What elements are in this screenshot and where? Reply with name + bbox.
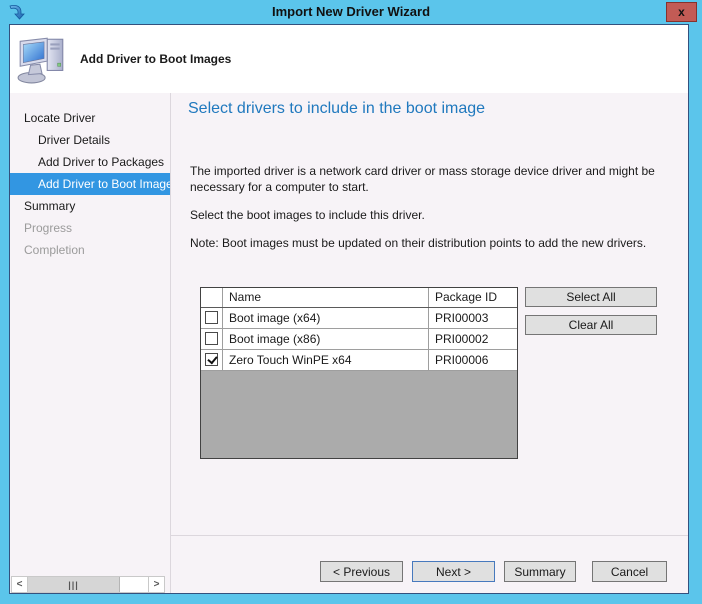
package-id-cell: PRI00006 bbox=[429, 350, 517, 370]
intro-text: The imported driver is a network card dr… bbox=[190, 163, 682, 263]
row-checkbox[interactable] bbox=[205, 353, 218, 366]
scroll-right-button[interactable]: > bbox=[148, 577, 164, 592]
table-row[interactable]: Boot image (x64) PRI00003 bbox=[201, 308, 517, 329]
name-cell: Zero Touch WinPE x64 bbox=[223, 350, 429, 370]
clear-all-button[interactable]: Clear All bbox=[525, 315, 657, 335]
wizard-body: Locate Driver Driver Details Add Driver … bbox=[10, 93, 688, 593]
wizard-header: Add Driver to Boot Images bbox=[10, 25, 688, 93]
titlebar: Import New Driver Wizard x bbox=[0, 0, 702, 24]
close-icon: x bbox=[678, 5, 685, 19]
close-button[interactable]: x bbox=[666, 2, 697, 22]
cancel-button[interactable]: Cancel bbox=[592, 561, 667, 582]
package-id-cell: PRI00003 bbox=[429, 308, 517, 328]
table-row[interactable]: Boot image (x86) PRI00002 bbox=[201, 329, 517, 350]
window-title: Import New Driver Wizard bbox=[0, 0, 702, 24]
sidebar-item-add-driver-to-boot-images[interactable]: Add Driver to Boot Image bbox=[10, 173, 170, 195]
summary-button[interactable]: Summary bbox=[504, 561, 576, 582]
boot-images-table: Name Package ID Boot image (x64) PRI0000… bbox=[200, 287, 518, 459]
checkbox-cell bbox=[201, 350, 223, 370]
sidebar-item-progress[interactable]: Progress bbox=[10, 217, 170, 239]
page-title: Select drivers to include in the boot im… bbox=[188, 100, 485, 118]
name-column-header: Name bbox=[223, 288, 429, 307]
sidebar-item-locate-driver[interactable]: Locate Driver bbox=[10, 107, 170, 129]
sidebar-item-driver-details[interactable]: Driver Details bbox=[10, 129, 170, 151]
scrollbar-track[interactable] bbox=[120, 577, 148, 592]
sidebar-item-completion[interactable]: Completion bbox=[10, 239, 170, 261]
computer-icon bbox=[16, 31, 68, 87]
grip-icon: ||| bbox=[68, 580, 79, 590]
row-checkbox[interactable] bbox=[205, 332, 218, 345]
main-panel: Select drivers to include in the boot im… bbox=[171, 93, 688, 593]
wizard-steps-sidebar: Locate Driver Driver Details Add Driver … bbox=[10, 93, 170, 593]
footer-divider bbox=[171, 535, 688, 536]
chevron-right-icon: > bbox=[154, 579, 160, 590]
import-new-driver-wizard-window: Import New Driver Wizard x bbox=[0, 0, 702, 604]
chevron-left-icon: < bbox=[17, 579, 23, 590]
table-header-row: Name Package ID bbox=[201, 288, 517, 308]
checkbox-column-header bbox=[201, 288, 223, 307]
scrollbar-thumb[interactable]: ||| bbox=[28, 577, 120, 592]
select-all-button[interactable]: Select All bbox=[525, 287, 657, 307]
checkbox-cell bbox=[201, 329, 223, 349]
next-button[interactable]: Next > bbox=[412, 561, 495, 582]
intro-paragraph: Select the boot images to include this d… bbox=[190, 207, 682, 223]
name-cell: Boot image (x64) bbox=[223, 308, 429, 328]
sidebar-item-summary[interactable]: Summary bbox=[10, 195, 170, 217]
sidebar-hscrollbar: < ||| > bbox=[11, 576, 165, 593]
package-id-column-header: Package ID bbox=[429, 288, 517, 307]
table-row[interactable]: Zero Touch WinPE x64 PRI00006 bbox=[201, 350, 517, 371]
wizard-frame: Add Driver to Boot Images Locate Driver … bbox=[9, 24, 689, 594]
sidebar-item-add-driver-to-packages[interactable]: Add Driver to Packages bbox=[10, 151, 170, 173]
intro-paragraph: The imported driver is a network card dr… bbox=[190, 163, 682, 195]
intro-paragraph: Note: Boot images must be updated on the… bbox=[190, 235, 682, 251]
row-checkbox[interactable] bbox=[205, 311, 218, 324]
header-title: Add Driver to Boot Images bbox=[80, 52, 231, 66]
previous-button[interactable]: < Previous bbox=[320, 561, 403, 582]
name-cell: Boot image (x86) bbox=[223, 329, 429, 349]
checkbox-cell bbox=[201, 308, 223, 328]
package-id-cell: PRI00002 bbox=[429, 329, 517, 349]
scroll-left-button[interactable]: < bbox=[12, 577, 28, 592]
